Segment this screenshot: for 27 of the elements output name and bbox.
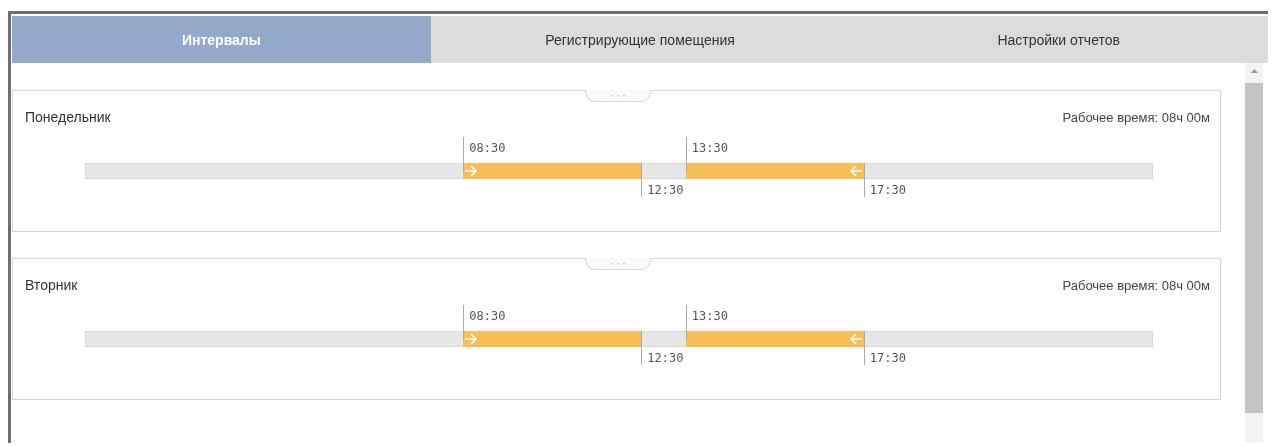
left-arrow-icon — [848, 333, 863, 345]
up-arrow-icon — [1250, 69, 1258, 73]
work-time: Рабочее время: 08ч 00м — [1062, 277, 1210, 293]
day-name: Вторник — [25, 277, 78, 293]
start-time: 13:30 — [691, 309, 728, 323]
interval-bar[interactable] — [463, 331, 642, 347]
right-arrow-icon — [464, 165, 479, 177]
end-time: 12:30 — [647, 183, 684, 197]
right-arrow-icon — [464, 333, 479, 345]
work-time: Рабочее время: 08ч 00м — [1062, 109, 1210, 125]
drag-handle[interactable] — [584, 90, 651, 102]
start-time: 08:30 — [469, 141, 506, 155]
interval-bar[interactable] — [463, 163, 642, 179]
day-name: Понедельник — [25, 109, 111, 125]
interval-bar[interactable] — [685, 163, 864, 179]
interval-bar[interactable] — [685, 331, 864, 347]
tab[interactable]: Регистрирующие помещения — [430, 16, 850, 63]
drag-handle[interactable] — [584, 258, 651, 270]
dots-icon — [609, 94, 626, 97]
end-time: 17:30 — [869, 351, 906, 365]
tab[interactable]: Настройки отчетов — [849, 16, 1268, 63]
end-time: 17:30 — [869, 183, 906, 197]
end-time: 12:30 — [647, 351, 684, 365]
start-time: 13:30 — [691, 141, 728, 155]
left-arrow-icon — [848, 165, 863, 177]
start-time: 08:30 — [469, 309, 506, 323]
dots-icon — [609, 262, 626, 265]
